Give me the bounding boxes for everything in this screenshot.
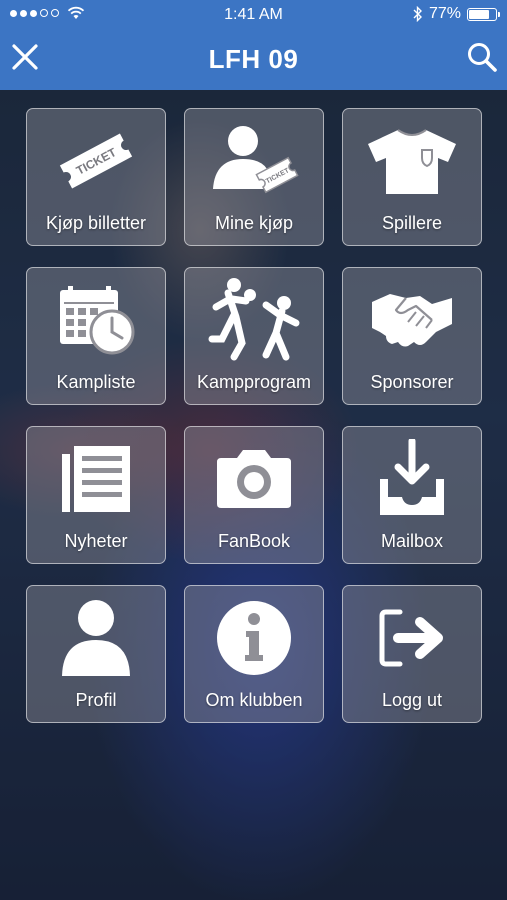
calendar-clock-icon (60, 286, 135, 355)
menu-tile-label: Sponsorer (370, 372, 454, 392)
menu-tile-mailbox[interactable]: Mailbox (342, 426, 482, 564)
menu-tile-label: Kampprogram (196, 372, 312, 392)
user-ticket-icon: TICKET (213, 126, 299, 194)
battery-percent: 77% (428, 5, 461, 22)
search-icon[interactable] (466, 41, 498, 73)
menu-tile-mine-kjop[interactable]: TICKET Mine kjøp (184, 108, 324, 246)
menu-tile-logg-ut[interactable]: Logg ut (342, 585, 482, 723)
status-bar: 1:41 AM 77% (0, 0, 507, 30)
jersey-icon (368, 129, 456, 194)
logout-icon (379, 609, 443, 667)
menu-tile-label: Kjøp billetter (45, 213, 147, 233)
menu-tile-label: Nyheter (64, 531, 128, 551)
bluetooth-icon (413, 6, 422, 22)
menu-tile-spillere[interactable]: Spillere (342, 108, 482, 246)
menu-tile-kampliste[interactable]: Kampliste (26, 267, 166, 405)
menu-tile-profil[interactable]: Profil (26, 585, 166, 723)
battery-icon (467, 7, 500, 21)
menu-tile-label: Logg ut (381, 690, 443, 710)
navigation-bar: LFH 09 (0, 30, 507, 90)
menu-tile-label: Profil (75, 690, 117, 710)
info-icon (217, 601, 291, 675)
menu-tile-om-klubben[interactable]: Om klubben (184, 585, 324, 723)
newspaper-icon (62, 446, 130, 512)
menu-tile-nyheter[interactable]: Nyheter (26, 426, 166, 564)
person-icon (62, 600, 130, 676)
battery-fill (469, 9, 490, 19)
menu-tile-label: Kampliste (56, 372, 136, 392)
menu-tile-label: FanBook (217, 531, 291, 551)
handball-players-icon (208, 278, 300, 361)
menu-tile-label: Spillere (381, 213, 443, 233)
menu-tile-label: Mine kjøp (214, 213, 294, 233)
ticket-icon: TICKET (59, 133, 133, 189)
menu-tile-kjop-billetter[interactable]: TICKET Kjøp billetter (26, 108, 166, 246)
page-title: LFH 09 (208, 44, 299, 74)
menu-tile-fanbook[interactable]: FanBook (184, 426, 324, 564)
handshake-icon (372, 294, 452, 347)
inbox-download-icon (380, 439, 444, 515)
menu-tile-kampprogram[interactable]: Kampprogram (184, 267, 324, 405)
camera-icon (217, 450, 291, 508)
menu-tile-label: Om klubben (205, 690, 303, 710)
status-right: 77% (413, 5, 500, 23)
menu-tile-sponsorer[interactable]: Sponsorer (342, 267, 482, 405)
menu-tile-label: Mailbox (380, 531, 444, 551)
